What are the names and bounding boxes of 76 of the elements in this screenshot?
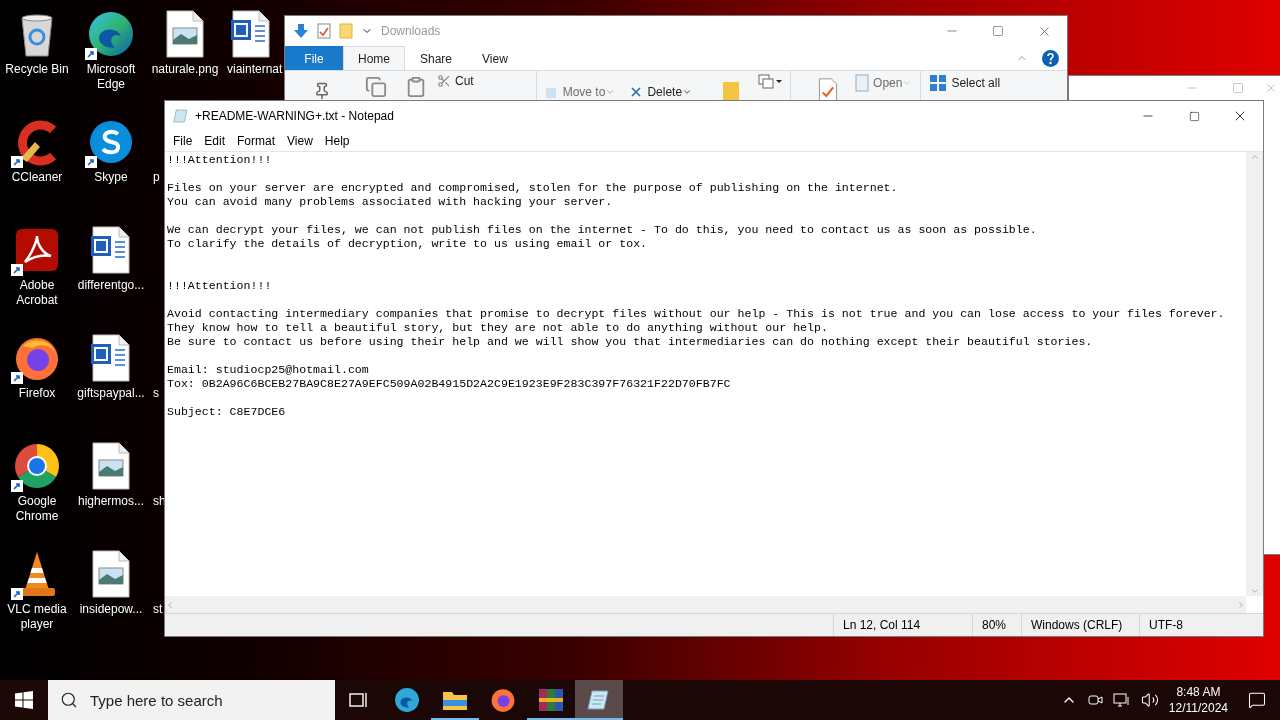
document-logo-icon[interactable] <box>13 226 61 274</box>
taskbar-app-button[interactable] <box>575 680 623 720</box>
cut-button[interactable]: Cut <box>437 71 474 90</box>
menu-item[interactable]: View <box>281 134 319 148</box>
status-text: Ln 12, Col 114 <box>843 618 921 632</box>
icon-label[interactable]: p <box>153 170 160 185</box>
folder-icon[interactable] <box>442 689 468 711</box>
paste-icon[interactable] <box>405 75 427 98</box>
window-title: +README-WARNING+.txt - Notepad <box>195 109 394 123</box>
maximize-icon <box>1232 82 1244 94</box>
icon-label[interactable]: Adobe Acrobat <box>1 278 73 308</box>
icon-label[interactable]: st <box>153 602 163 617</box>
icon-label[interactable]: CCleaner <box>11 170 63 185</box>
ribbon-tab[interactable]: Home <box>343 46 405 70</box>
document-file-icon[interactable] <box>91 226 131 274</box>
fox-logo-icon[interactable] <box>490 687 516 713</box>
search-icon <box>60 691 78 709</box>
maximize-icon <box>992 25 1004 37</box>
archive-books-icon[interactable] <box>538 688 564 712</box>
camera-icon[interactable] <box>1086 692 1103 708</box>
close-icon <box>1264 81 1278 95</box>
icon-label[interactable]: VLC media player <box>1 602 73 632</box>
notepad-icon <box>173 108 189 124</box>
windows-logo-icon <box>15 691 33 709</box>
download-arrow-icon[interactable] <box>293 23 309 39</box>
maximize-icon <box>1188 110 1200 122</box>
scissors-icon <box>437 73 451 88</box>
image-file-icon[interactable] <box>91 442 131 490</box>
text-area[interactable]: !!!Attention!!! Files on your server are encrypted and compromised, stolen for the purpose of publishing on the internet. You can avoid many problems associated with hacking your server. We can decrypt your files, we can not publish files on the internet - To do this, you need to contact us as soon as possible. To clarify the details of decryption, write to us using email or tox. !!!Attention!!! Avoid contacting intermediary companies that promise to decrypt files without our help - This is not true and you can lose access to your files forever. They know how to tell a beautiful story, but they are not able to do anything without our help. Be sure to contact us before using their help and we will show you that intermediaries can do nothing except their beautiful stories. Email: studiocp25@hotmail.com Tox: 0B2A96C6BCEB27BA9C8E27A9EFC509A02B4915D2A2C9E1923E9F283C397F76321F22D70FB7FC Subject: C8E7DCE6 <box>165 152 1246 596</box>
icon-label[interactable]: Skype <box>94 170 128 185</box>
menu-item[interactable]: File <box>167 134 199 148</box>
pin-icon[interactable] <box>313 81 331 100</box>
icon-label[interactable]: viainternat <box>227 62 283 77</box>
wave-logo-icon[interactable] <box>87 10 135 58</box>
menu-item[interactable]: Edit <box>198 134 232 148</box>
notifications-icon[interactable] <box>1248 691 1266 709</box>
file-menu-tab[interactable]: File <box>285 46 343 70</box>
status-text: UTF-8 <box>1149 618 1183 632</box>
icon-label[interactable]: highermos... <box>78 494 144 509</box>
chat-logo-icon[interactable] <box>87 118 135 166</box>
open-icon <box>855 73 870 92</box>
icon-label[interactable]: naturale.png <box>151 62 219 77</box>
properties-check-icon[interactable] <box>817 77 840 102</box>
icon-label[interactable]: Microsoft Edge <box>75 62 147 92</box>
delete-button[interactable]: Delete <box>629 82 683 101</box>
status-text: 80% <box>982 618 1007 632</box>
select-all-button[interactable]: Select all <box>929 73 1001 92</box>
task-view-icon[interactable] <box>349 691 369 709</box>
copy-to-icon[interactable] <box>758 73 783 90</box>
window-title: Downloads <box>381 24 441 38</box>
volume-icon[interactable] <box>1140 691 1159 709</box>
wave-logo-icon[interactable] <box>394 687 420 713</box>
menu-item[interactable]: Help <box>318 134 356 148</box>
icon-label[interactable]: differentgo... <box>77 278 145 293</box>
image-file-icon[interactable] <box>165 10 205 58</box>
checklist-icon[interactable] <box>317 23 331 39</box>
icon-label[interactable]: giftspaypal... <box>77 386 145 401</box>
circle-logo-icon[interactable] <box>13 442 61 490</box>
search-field[interactable]: Type here to search <box>88 690 322 710</box>
notepad-icon[interactable] <box>587 688 611 712</box>
icon-label[interactable]: insidepow... <box>79 602 143 617</box>
status-text: Windows (CRLF) <box>1031 618 1123 632</box>
copy-icon[interactable] <box>365 75 387 98</box>
icon-label[interactable]: Google Chrome <box>1 494 73 524</box>
icon-label[interactable]: Recycle Bin <box>5 62 69 77</box>
network-icon[interactable] <box>1112 692 1131 708</box>
document-file-icon[interactable] <box>91 334 131 382</box>
icon-label[interactable]: s <box>153 386 159 401</box>
menu-item[interactable]: Format <box>231 134 282 148</box>
search-box[interactable]: Type here to search <box>48 680 335 720</box>
image-file-icon[interactable] <box>91 550 131 598</box>
document-file-icon[interactable] <box>231 10 271 58</box>
grid-icon <box>929 73 948 92</box>
clock[interactable]: 8:48 AM 12/11/2024 <box>1168 684 1228 716</box>
help-icon[interactable] <box>1042 49 1059 67</box>
icon-label[interactable]: Firefox <box>18 386 56 401</box>
